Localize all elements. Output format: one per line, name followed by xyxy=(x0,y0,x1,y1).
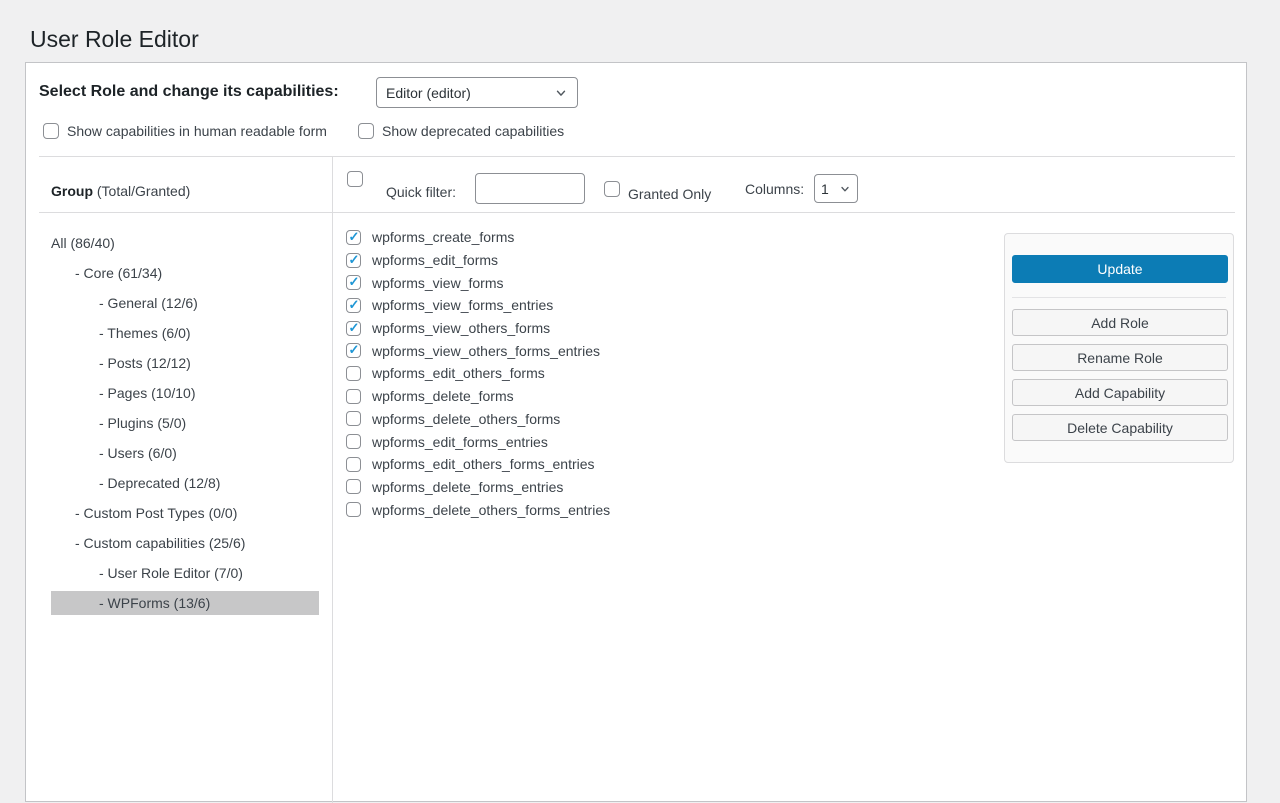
group-tree-item[interactable]: - Deprecated (12/8) xyxy=(51,468,319,498)
capability-checkbox[interactable] xyxy=(346,457,361,472)
quick-filter-input[interactable] xyxy=(475,173,585,204)
option-human-readable[interactable]: Show capabilities in human readable form xyxy=(43,123,327,139)
capability-checkbox[interactable] xyxy=(346,253,361,268)
group-tree-item[interactable]: - General (12/6) xyxy=(51,288,319,318)
capability-checkbox[interactable] xyxy=(346,230,361,245)
actions-divider xyxy=(1012,297,1226,298)
show-deprecated-checkbox[interactable] xyxy=(358,123,374,139)
capability-row: wpforms_delete_forms xyxy=(346,385,610,408)
group-tree-item[interactable]: - Users (6/0) xyxy=(51,438,319,468)
capability-checkbox[interactable] xyxy=(346,343,361,358)
group-tree-item[interactable]: - User Role Editor (7/0) xyxy=(51,558,319,588)
group-tree-item[interactable]: - Custom capabilities (25/6) xyxy=(51,528,319,558)
capability-label: wpforms_delete_others_forms_entries xyxy=(372,502,610,518)
capability-label: wpforms_edit_forms xyxy=(372,252,498,268)
capability-checkbox[interactable] xyxy=(346,366,361,381)
group-header-title: Group xyxy=(51,183,93,199)
capability-checkbox[interactable] xyxy=(346,389,361,404)
select-all-checkbox[interactable] xyxy=(347,171,363,187)
group-tree-item[interactable]: - Custom Post Types (0/0) xyxy=(51,498,319,528)
columns-label: Columns: xyxy=(745,181,804,197)
capability-checkbox[interactable] xyxy=(346,275,361,290)
role-select-value: Editor (editor) xyxy=(386,85,471,101)
add-capability-button[interactable]: Add Capability xyxy=(1012,379,1228,406)
capability-row: wpforms_view_forms xyxy=(346,271,610,294)
capability-label: wpforms_edit_others_forms_entries xyxy=(372,456,595,472)
capability-row: wpforms_edit_others_forms xyxy=(346,362,610,385)
group-tree-item[interactable]: - Plugins (5/0) xyxy=(51,408,319,438)
capability-checkbox[interactable] xyxy=(346,502,361,517)
group-tree-item[interactable]: All (86/40) xyxy=(51,228,319,258)
capability-checkbox[interactable] xyxy=(346,298,361,313)
main-panel: Select Role and change its capabilities:… xyxy=(25,62,1247,802)
capability-label: wpforms_delete_forms_entries xyxy=(372,479,563,495)
role-select[interactable]: Editor (editor) xyxy=(376,77,578,108)
chevron-down-icon xyxy=(839,183,851,195)
option-show-deprecated[interactable]: Show deprecated capabilities xyxy=(358,123,564,139)
capability-label: wpforms_view_others_forms_entries xyxy=(372,343,600,359)
group-header: Group (Total/Granted) xyxy=(51,183,190,199)
top-divider xyxy=(39,156,1235,157)
human-readable-label: Show capabilities in human readable form xyxy=(67,123,327,139)
group-tree-item[interactable]: - Posts (12/12) xyxy=(51,348,319,378)
capability-label: wpforms_edit_forms_entries xyxy=(372,434,548,450)
capability-row: wpforms_view_forms_entries xyxy=(346,294,610,317)
capability-checkbox[interactable] xyxy=(346,479,361,494)
column-divider xyxy=(332,156,333,803)
capability-row: wpforms_delete_others_forms xyxy=(346,408,610,431)
capability-label: wpforms_edit_others_forms xyxy=(372,365,545,381)
group-tree-item[interactable]: - Pages (10/10) xyxy=(51,378,319,408)
header-divider xyxy=(39,212,1235,213)
capability-row: wpforms_edit_others_forms_entries xyxy=(346,453,610,476)
capability-list: wpforms_create_forms wpforms_edit_forms … xyxy=(346,226,610,521)
capability-row: wpforms_edit_forms_entries xyxy=(346,430,610,453)
group-header-suffix: (Total/Granted) xyxy=(93,183,190,199)
quick-filter-label: Quick filter: xyxy=(386,184,456,200)
capability-row: wpforms_edit_forms xyxy=(346,249,610,272)
capability-label: wpforms_delete_forms xyxy=(372,388,514,404)
group-tree: All (86/40)- Core (61/34)- General (12/6… xyxy=(39,228,332,618)
capability-label: wpforms_delete_others_forms xyxy=(372,411,560,427)
capability-row: wpforms_create_forms xyxy=(346,226,610,249)
granted-only-label: Granted Only xyxy=(628,186,711,202)
columns-select[interactable]: 1 xyxy=(814,174,858,203)
show-deprecated-label: Show deprecated capabilities xyxy=(382,123,564,139)
actions-panel: Update Add Role Rename Role Add Capabili… xyxy=(1004,233,1234,463)
capability-label: wpforms_view_forms xyxy=(372,275,503,291)
group-tree-item[interactable]: - Core (61/34) xyxy=(51,258,319,288)
columns-select-value: 1 xyxy=(821,181,829,197)
capability-row: wpforms_delete_forms_entries xyxy=(346,476,610,499)
delete-capability-button[interactable]: Delete Capability xyxy=(1012,414,1228,441)
capability-label: wpforms_view_others_forms xyxy=(372,320,550,336)
capability-checkbox[interactable] xyxy=(346,434,361,449)
add-role-button[interactable]: Add Role xyxy=(1012,309,1228,336)
capability-label: wpforms_create_forms xyxy=(372,229,514,245)
capability-checkbox[interactable] xyxy=(346,321,361,336)
update-button[interactable]: Update xyxy=(1012,255,1228,283)
capability-label: wpforms_view_forms_entries xyxy=(372,297,553,313)
group-tree-item[interactable]: - WPForms (13/6) xyxy=(51,591,319,615)
group-tree-item[interactable]: - Themes (6/0) xyxy=(51,318,319,348)
capability-row: wpforms_view_others_forms_entries xyxy=(346,339,610,362)
rename-role-button[interactable]: Rename Role xyxy=(1012,344,1228,371)
capability-row: wpforms_delete_others_forms_entries xyxy=(346,498,610,521)
capability-checkbox[interactable] xyxy=(346,411,361,426)
granted-only-checkbox[interactable] xyxy=(604,181,620,197)
capability-row: wpforms_view_others_forms xyxy=(346,317,610,340)
human-readable-checkbox[interactable] xyxy=(43,123,59,139)
chevron-down-icon xyxy=(554,86,568,100)
page-title: User Role Editor xyxy=(30,26,199,53)
select-role-label: Select Role and change its capabilities: xyxy=(39,83,339,101)
